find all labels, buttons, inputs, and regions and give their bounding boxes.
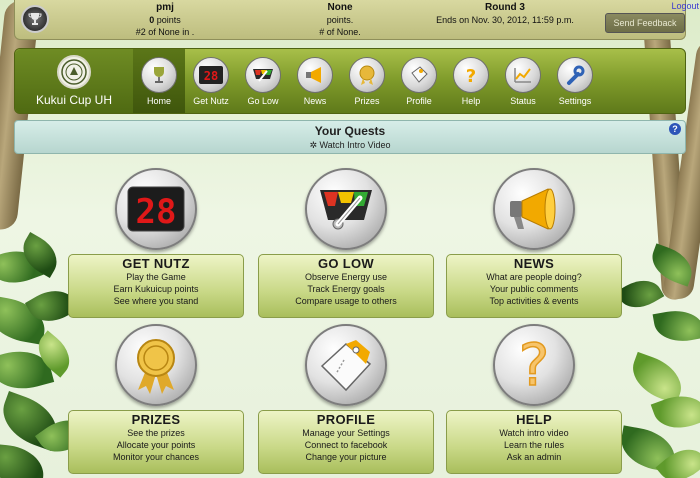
- tile-card: GET NUTZ Play the Game Earn Kukuicup poi…: [68, 254, 244, 318]
- svg-text:?: ?: [519, 335, 550, 395]
- nav-label: Prizes: [354, 95, 380, 106]
- medal-icon: [349, 56, 385, 93]
- trophy-icon[interactable]: [21, 5, 49, 33]
- gauge-icon[interactable]: [305, 168, 387, 250]
- nav-go-low[interactable]: Go Low: [237, 49, 289, 113]
- round-name: Round 3: [485, 2, 525, 13]
- user-points: 0 points: [149, 15, 181, 25]
- nav-label: Status: [510, 95, 536, 106]
- tile-get-nutz[interactable]: 28 GET NUTZ Play the Game Earn Kukuicup …: [68, 168, 244, 320]
- medal-icon[interactable]: [115, 324, 197, 406]
- nav-label: Get Nutz: [193, 95, 229, 106]
- main-nav: Kukui Cup UH Home 28 Get Nutz Go Low New…: [14, 48, 686, 114]
- svg-text:28: 28: [204, 69, 218, 83]
- tile-title: PROFILE: [316, 412, 376, 427]
- team-status: None points. # of None.: [285, 2, 395, 38]
- status-bar: pmj 0 points #2 of None in . None points…: [14, 0, 699, 40]
- round-ends: Ends on Nov. 30, 2012, 11:59 p.m.: [436, 15, 574, 25]
- scoreboard-icon[interactable]: 28: [115, 168, 197, 250]
- gauge-icon: [245, 56, 281, 93]
- tile-help[interactable]: ? HELP Watch intro video Learn the rules…: [446, 324, 622, 476]
- quests-title: Your Quests: [314, 124, 386, 138]
- user-rank: #2 of None in .: [135, 27, 195, 37]
- nav-label: Help: [461, 95, 481, 106]
- nav-home[interactable]: Home: [133, 49, 185, 113]
- tile-title: GET NUTZ: [122, 256, 190, 271]
- tile-title: HELP: [516, 412, 552, 427]
- team-points: points.: [326, 15, 354, 25]
- tile-title: NEWS: [513, 256, 555, 271]
- megaphone-icon: [297, 56, 333, 93]
- question-icon[interactable]: ?: [493, 324, 575, 406]
- nav-label: Go Low: [247, 95, 279, 106]
- nav-profile[interactable]: Profile: [393, 49, 445, 113]
- tile-card: NEWS What are people doing? Your public …: [446, 254, 622, 318]
- trophy-icon: [141, 56, 177, 93]
- team-name: None: [327, 2, 353, 13]
- nav-help[interactable]: ? Help: [445, 49, 497, 113]
- watch-intro-video-link[interactable]: ✲ Watch Intro Video: [15, 140, 685, 151]
- tile-go-low[interactable]: GO LOW Observe Energy use Track Energy g…: [258, 168, 434, 320]
- tag-icon: [401, 56, 437, 93]
- tile-card: PROFILE Manage your Settings Connect to …: [258, 410, 434, 474]
- send-feedback-button[interactable]: Send Feedback: [605, 13, 685, 33]
- tile-title: PRIZES: [131, 412, 181, 427]
- nav-get-nutz[interactable]: 28 Get Nutz: [185, 49, 237, 113]
- logout-link[interactable]: Logout: [671, 1, 699, 11]
- tile-title: GO LOW: [318, 256, 374, 271]
- nav-label: News: [303, 95, 327, 106]
- quests-panel[interactable]: Your Quests ✲ Watch Intro Video ?: [14, 120, 686, 154]
- chart-icon: [505, 56, 541, 93]
- tile-card: GO LOW Observe Energy use Track Energy g…: [258, 254, 434, 318]
- megaphone-icon[interactable]: [493, 168, 575, 250]
- brand[interactable]: Kukui Cup UH: [15, 49, 133, 113]
- tile-card: HELP Watch intro video Learn the rules A…: [446, 410, 622, 474]
- tile-profile[interactable]: PROFILE Manage your Settings Connect to …: [258, 324, 434, 476]
- user-status: pmj 0 points #2 of None in .: [105, 2, 225, 38]
- gear-icon: ✲: [309, 140, 317, 150]
- nav-status[interactable]: Status: [497, 49, 549, 113]
- nav-label: Settings: [558, 95, 592, 106]
- tile-card: PRIZES See the prizes Allocate your poin…: [68, 410, 244, 474]
- team-rank: # of None.: [319, 27, 361, 37]
- question-icon: ?: [453, 56, 489, 93]
- tile-prizes[interactable]: PRIZES See the prizes Allocate your poin…: [68, 324, 244, 476]
- svg-text:?: ?: [466, 66, 476, 86]
- scoreboard-icon: 28: [193, 56, 229, 93]
- round-status: Round 3 Ends on Nov. 30, 2012, 11:59 p.m…: [415, 2, 595, 26]
- university-seal-icon: [57, 55, 91, 89]
- nav-settings[interactable]: Settings: [549, 49, 601, 113]
- nav-news[interactable]: News: [289, 49, 341, 113]
- nav-label: Profile: [406, 95, 432, 106]
- svg-text:28: 28: [136, 192, 177, 232]
- brand-name: Kukui Cup UH: [35, 93, 113, 107]
- wrench-icon: [557, 56, 593, 93]
- tag-icon[interactable]: [305, 324, 387, 406]
- nav-prizes[interactable]: Prizes: [341, 49, 393, 113]
- user-name: pmj: [156, 2, 174, 13]
- question-icon[interactable]: ?: [669, 123, 681, 135]
- tile-news[interactable]: NEWS What are people doing? Your public …: [446, 168, 622, 320]
- nav-label: Home: [146, 95, 171, 106]
